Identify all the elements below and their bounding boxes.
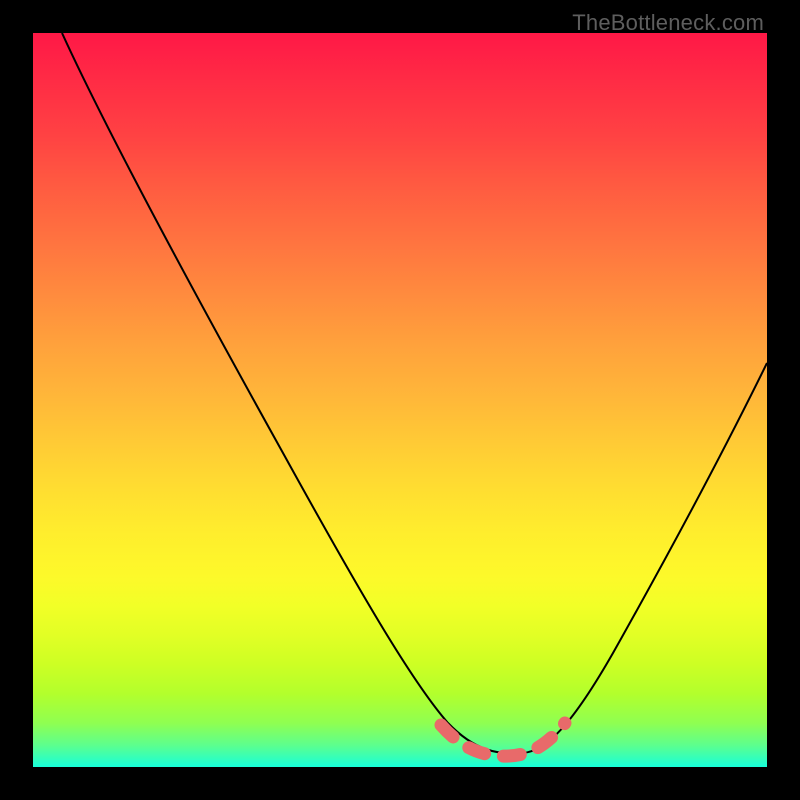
curve-highlight-dashed [441, 723, 565, 756]
chart-frame: TheBottleneck.com [0, 0, 800, 800]
bottleneck-curve-svg [33, 33, 767, 767]
watermark-text: TheBottleneck.com [572, 10, 764, 36]
chart-plot-area [33, 33, 767, 767]
bottleneck-curve-path [62, 33, 767, 753]
